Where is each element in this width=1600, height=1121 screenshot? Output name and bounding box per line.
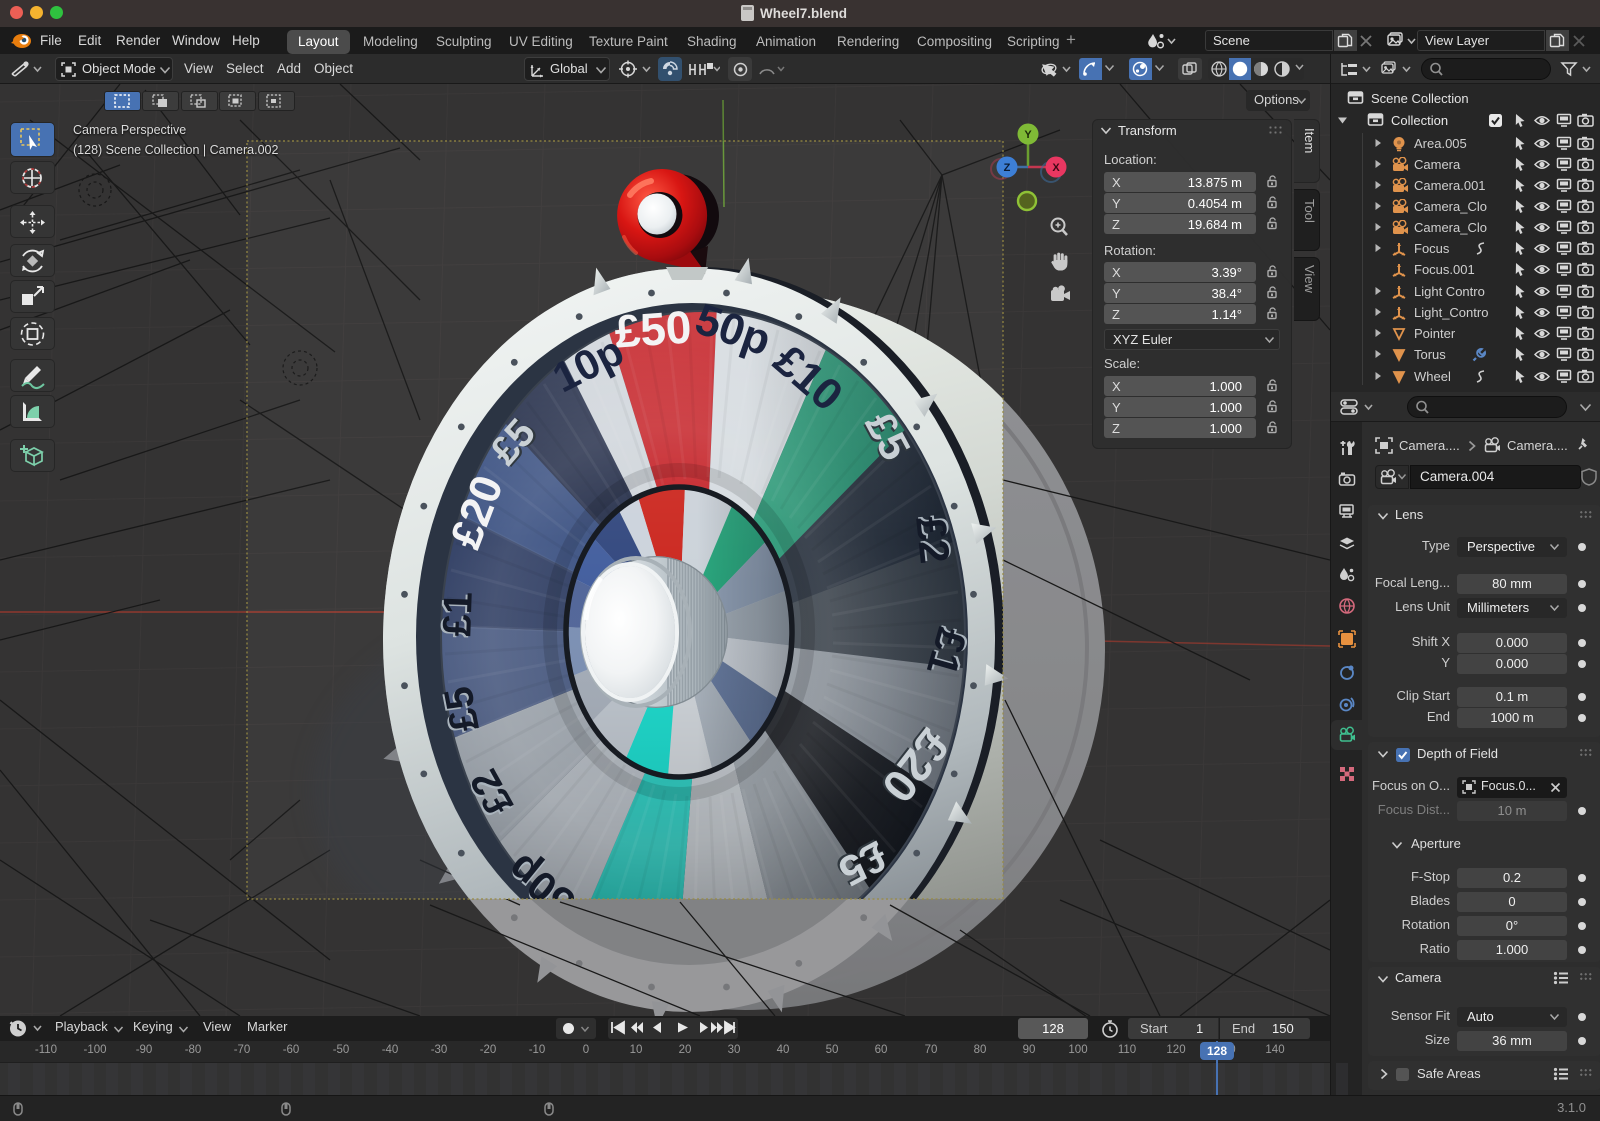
svg-text:X: X bbox=[1052, 162, 1060, 174]
svg-text:Z: Z bbox=[1004, 162, 1011, 174]
svg-text:£2: £2 bbox=[907, 514, 959, 565]
svg-text:£50: £50 bbox=[613, 300, 693, 357]
svg-text:Y: Y bbox=[1024, 129, 1032, 141]
svg-text:£1: £1 bbox=[435, 591, 481, 637]
svg-text:£5: £5 bbox=[436, 683, 488, 735]
